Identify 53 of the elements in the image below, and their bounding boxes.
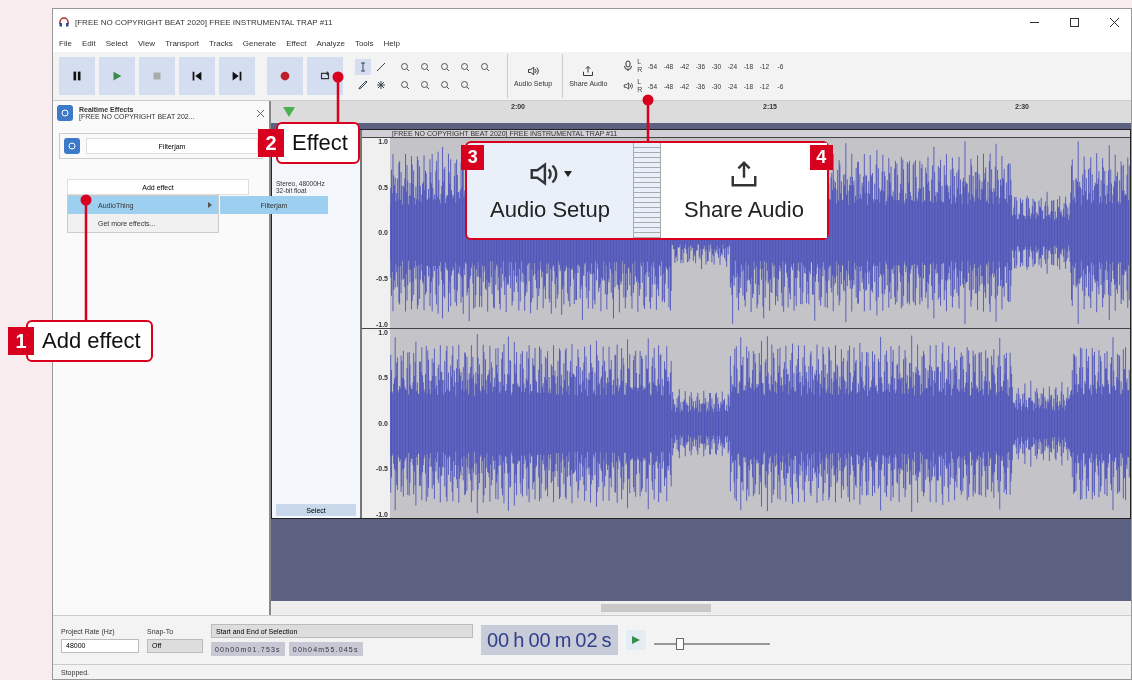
microphone-icon <box>623 60 634 72</box>
play-at-speed-button[interactable] <box>625 630 646 650</box>
zoom-out-icon <box>420 62 430 72</box>
skip-end-button[interactable] <box>219 57 255 95</box>
power-icon[interactable] <box>64 138 80 154</box>
multi-tool-icon <box>376 80 386 90</box>
play-head-icon <box>283 107 295 117</box>
pencil-icon <box>358 80 368 90</box>
caret-icon <box>564 170 572 177</box>
play-icon <box>630 635 641 645</box>
callout-number: 3 <box>461 145 485 171</box>
skip-start-icon <box>190 69 204 83</box>
loop-button[interactable] <box>307 57 343 95</box>
leader-line <box>332 71 344 122</box>
inset-label: Share Audio <box>684 196 804 223</box>
record-icon <box>278 69 292 83</box>
speed-slider-thumb[interactable] <box>676 638 685 650</box>
callout-number: 2 <box>258 129 284 157</box>
skip-end-icon <box>230 69 244 83</box>
close-icon[interactable] <box>256 108 265 118</box>
speaker-icon <box>527 65 540 77</box>
menu-item[interactable]: Edit <box>81 39 96 48</box>
zoom-in-icon <box>400 62 410 72</box>
menu-item[interactable]: View <box>137 39 156 48</box>
headphones-icon <box>59 17 69 27</box>
menu-item[interactable]: Transport <box>165 39 200 48</box>
menu-item[interactable]: Help <box>383 39 401 48</box>
record-button[interactable] <box>267 57 303 95</box>
cursor-icon <box>358 62 368 72</box>
close-icon <box>1109 17 1119 27</box>
share-icon <box>582 65 595 77</box>
maximize-icon <box>1069 17 1079 27</box>
menu-item[interactable]: Effect <box>286 39 307 48</box>
menu-item[interactable]: Select <box>105 39 128 48</box>
menu-item[interactable]: Analyze <box>316 39 345 48</box>
minimize-icon <box>1029 21 1039 23</box>
callout-number: 4 <box>809 145 833 171</box>
callout-number: 1 <box>8 327 34 355</box>
skip-start-button[interactable] <box>179 57 215 95</box>
window-title: [FREE NO COPYRIGHT BEAT 2020] FREE INSTRUMENTAL TRAP #11 <box>75 17 334 27</box>
submenu-arrow-icon <box>208 202 212 208</box>
menu-item[interactable]: Tools <box>354 39 374 48</box>
menu-item[interactable]: Tracks <box>209 39 233 48</box>
time-display: 00 h 00 m 02 s <box>481 625 618 655</box>
pause-button[interactable] <box>59 57 95 95</box>
power-icon <box>57 105 73 121</box>
callout-label: Add effect <box>26 320 153 362</box>
envelope-icon <box>376 62 386 72</box>
callout-label: Effect <box>276 122 360 164</box>
menu-item[interactable]: Generate <box>242 39 277 48</box>
speaker-icon <box>623 81 634 91</box>
menu-item[interactable]: File <box>59 39 72 48</box>
inset-label: Audio Setup <box>490 196 610 223</box>
